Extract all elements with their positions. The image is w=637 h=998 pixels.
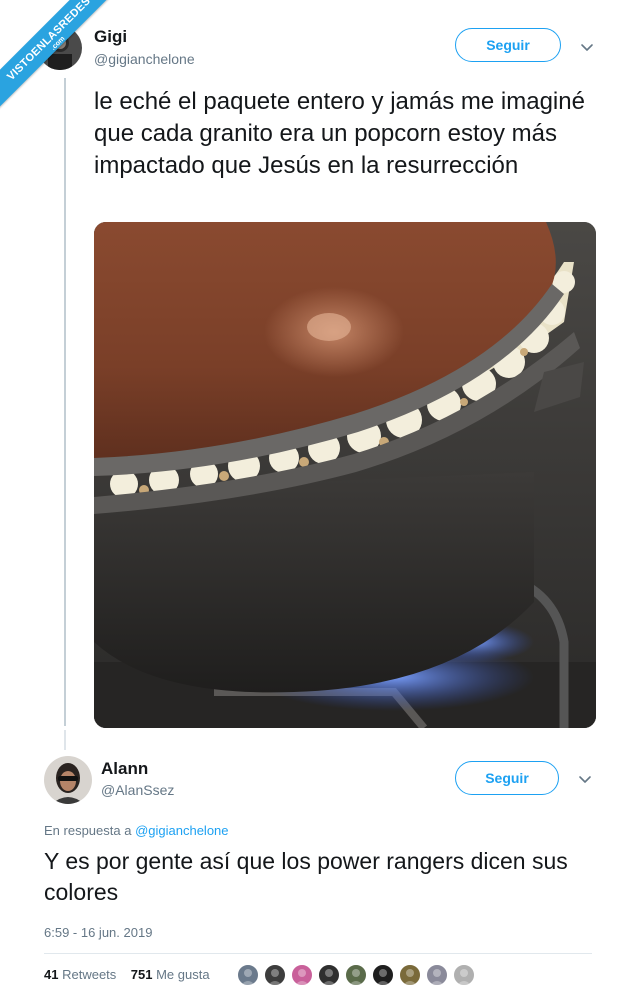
reply-avatar[interactable] — [44, 756, 92, 804]
liker-avatars[interactable] — [236, 963, 479, 989]
reply-follow-button[interactable]: Seguir — [455, 761, 559, 795]
reply-tweet-text: Y es por gente así que los power rangers… — [44, 848, 568, 905]
reply-chevron-down-icon[interactable] — [577, 771, 593, 787]
chevron-down-icon[interactable] — [579, 39, 595, 55]
reply-prefix: En respuesta a — [44, 823, 132, 838]
reply-author-name[interactable]: Alann — [101, 759, 148, 779]
stats-divider — [44, 953, 592, 954]
reply-author-handle[interactable]: @AlanSsez — [101, 782, 174, 798]
liker-avatar[interactable] — [344, 963, 368, 987]
like-count[interactable]: 751 Me gusta — [131, 967, 210, 982]
retweet-count[interactable]: 41 Retweets — [44, 967, 116, 982]
thread-line — [64, 78, 66, 726]
liker-avatar[interactable] — [371, 963, 395, 987]
liker-avatar[interactable] — [290, 963, 314, 987]
liker-avatar[interactable] — [452, 963, 476, 987]
tweet-screenshot: VISTOENLASREDES .com Gigi @gigianchelone… — [0, 0, 637, 998]
thread-line-lower — [64, 730, 66, 750]
follow-button[interactable]: Seguir — [455, 28, 561, 62]
reply-context: En respuesta a @gigianchelone — [44, 823, 229, 838]
liker-avatar[interactable] — [263, 963, 287, 987]
reply-mention-link[interactable]: @gigianchelone — [135, 823, 228, 838]
author-handle[interactable]: @gigianchelone — [94, 51, 195, 67]
tweet-text: le eché el paquete entero y jamás me ima… — [94, 88, 585, 179]
popcorn-pot-image — [94, 222, 596, 728]
liker-avatar[interactable] — [398, 963, 422, 987]
tweet-photo[interactable] — [94, 222, 596, 728]
liker-avatar[interactable] — [425, 963, 449, 987]
liker-avatar[interactable] — [236, 963, 260, 987]
author-name[interactable]: Gigi — [94, 27, 127, 47]
liker-avatar[interactable] — [317, 963, 341, 987]
engagement-stats: 41 Retweets 751 Me gusta — [44, 967, 210, 982]
tweet-timestamp[interactable]: 6:59 - 16 jun. 2019 — [44, 925, 152, 940]
